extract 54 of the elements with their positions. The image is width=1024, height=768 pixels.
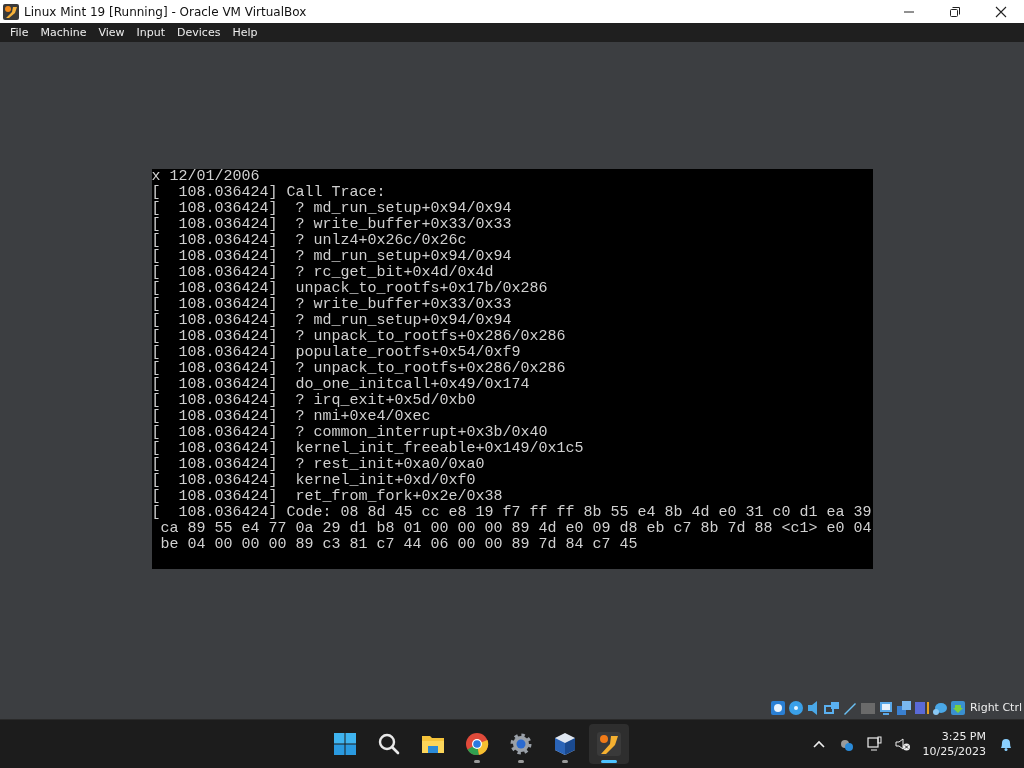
- gear-icon: [509, 732, 534, 756]
- console-line: [ 108.036424] populate_rootfs+0x54/0xf9: [151, 345, 522, 361]
- console-line: [ 108.036424] kernel_init_freeable+0x149/0x1c5: [151, 441, 585, 457]
- console-line: [ 108.036424] ? unpack_to_rootfs+0x286/0x286: [151, 329, 567, 345]
- console-line: [ 108.036424] ? rc_get_bit+0x4d/0x4d: [151, 265, 495, 281]
- menu-item[interactable]: Help: [226, 26, 264, 39]
- menu-item[interactable]: Machine: [34, 26, 93, 39]
- vm-app-button[interactable]: [589, 724, 630, 764]
- network-icon[interactable]: [866, 736, 883, 752]
- console-line: [ 108.036424] ? rest_init+0xa0/0xa0: [151, 457, 486, 473]
- arrow-down-icon[interactable]: [949, 699, 966, 716]
- time-text: 3:25 PM: [941, 729, 986, 744]
- display-icon[interactable]: [877, 699, 894, 716]
- console-line: [ 108.036424] ? write_buffer+0x33/0x33: [151, 217, 513, 233]
- window-title: Linux Mint 19 [Running] - Oracle VM VirtualBox: [24, 4, 308, 19]
- disc-icon[interactable]: [787, 699, 804, 716]
- clock[interactable]: 3:25 PM 10/25/2023: [922, 729, 986, 759]
- window-icon[interactable]: [895, 699, 912, 716]
- browser-logo-icon: [465, 732, 490, 756]
- menu-item[interactable]: Devices: [171, 26, 227, 39]
- console-line: [ 108.036424] unpack_to_rootfs+0x17b/0x286: [151, 281, 549, 297]
- console-line: [ 108.036424] ? irq_exit+0x5d/0xb0: [151, 393, 477, 409]
- app-logo-icon: [3, 3, 19, 20]
- close-icon: [995, 5, 1007, 18]
- console-line: [ 108.036424] ? unpack_to_rootfs+0x286/0x286: [151, 361, 567, 377]
- cube-icon: [553, 732, 578, 756]
- console-line: [ 108.036424] ret_from_fork+0x2e/0x38: [151, 489, 504, 505]
- monitors-icon[interactable]: [823, 699, 840, 716]
- host-key-label: Right Ctrl: [969, 701, 1022, 714]
- console-line: [ 108.036424] kernel_init+0xd/0xf0: [151, 473, 477, 489]
- console-line: be 04 00 00 00 89 c3 81 c7 44 06 00 00 89 7d 84 c7 45: [159, 537, 639, 553]
- menu-item[interactable]: File: [4, 26, 35, 39]
- console-line: [ 108.036424] Code: 08 8d 45 cc e8 19 f7 ff ff 8b 55 e4 8b 4d e0 31 c0 d1 ea 39: [151, 505, 873, 521]
- bell-icon[interactable]: [998, 736, 1014, 752]
- meter-icon[interactable]: [913, 699, 930, 716]
- app-logo-icon: [597, 732, 622, 756]
- console-line: [ 108.036424] ? common_interrupt+0x3b/0x40: [151, 425, 549, 441]
- console-line: [ 108.036424] ? md_run_setup+0x94/0x94: [151, 201, 513, 217]
- console-line: [ 108.036424] ? nmi+0xe4/0xec: [151, 409, 432, 425]
- date-text: 10/25/2023: [922, 744, 986, 759]
- console-line: [ 108.036424] ? unlz4+0x26c/0x26c: [151, 233, 468, 249]
- console-line: [ 108.036424] ? write_buffer+0x33/0x33: [151, 297, 513, 313]
- speaker-muted-icon[interactable]: [894, 736, 911, 752]
- console-line: [ 108.036424] do_one_initcall+0x49/0x174: [151, 377, 531, 393]
- restore-icon: [949, 5, 961, 18]
- menu-item[interactable]: View: [92, 26, 131, 39]
- menu-item[interactable]: Input: [130, 26, 172, 39]
- console-line: ca 89 55 e4 77 0a 29 d1 b8 01 00 00 00 89 4d e0 09 d8 eb c7 8b 7d 88 <c1> e0 04: [159, 521, 873, 537]
- console-line: x 12/01/2006: [151, 169, 261, 185]
- windows-logo-icon: [333, 732, 358, 756]
- console-line: [ 108.036424] Call Trace:: [151, 185, 387, 201]
- console-line: [ 108.036424] ? md_run_setup+0x94/0x94: [151, 313, 513, 329]
- console-line: [ 108.036424] ? md_run_setup+0x94/0x94: [151, 249, 513, 265]
- search-icon: [377, 732, 402, 756]
